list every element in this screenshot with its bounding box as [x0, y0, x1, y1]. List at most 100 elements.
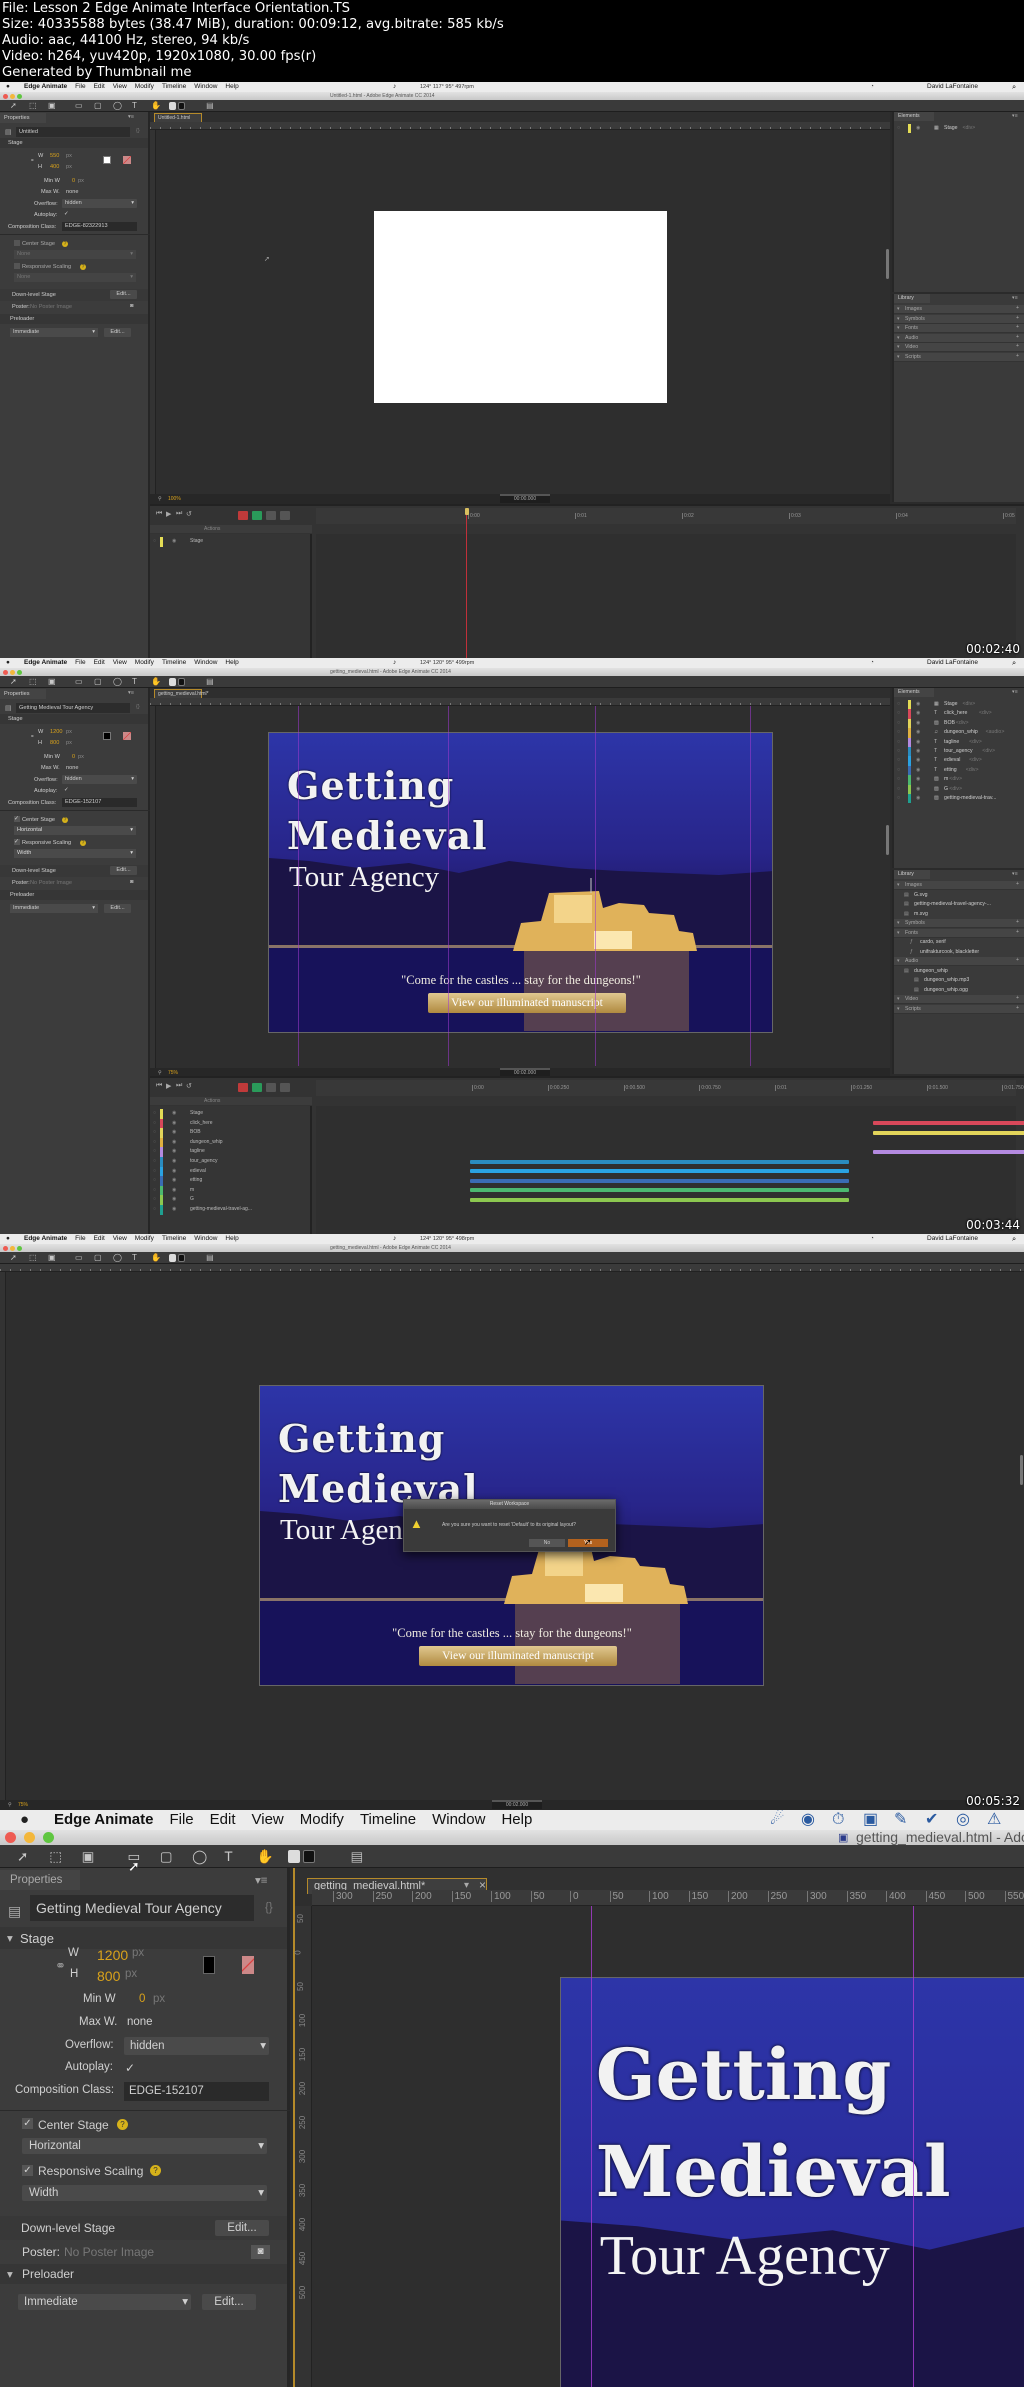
- transform-tool-icon[interactable]: ⬚: [29, 100, 37, 112]
- user-name[interactable]: David LaFontaine: [927, 1234, 978, 1244]
- zoom-icon[interactable]: ⚲: [8, 1802, 12, 1808]
- library-item[interactable]: ▤ getting-medieval-travel-agency-...: [894, 900, 1024, 910]
- layer-row[interactable]: ○ ◉ BOB: [150, 1128, 312, 1138]
- layer-row[interactable]: ○ ◉ Stage: [150, 537, 312, 547]
- add-asset-icon[interactable]: +: [1016, 995, 1019, 1001]
- user-name[interactable]: David LaFontaine: [927, 82, 978, 92]
- minimize-window-button[interactable]: [10, 669, 15, 675]
- clipping-tool-icon[interactable]: ▣: [48, 100, 56, 112]
- minimize-window-button[interactable]: [10, 93, 15, 99]
- autoplay-checkbox[interactable]: ✓: [64, 211, 69, 217]
- layer-row[interactable]: ○ ◉ dungeon_whip: [150, 1137, 312, 1148]
- zoom-window-button[interactable]: [17, 1245, 22, 1251]
- animation-bar[interactable]: [872, 1130, 1024, 1135]
- menu-edit[interactable]: Edit: [94, 1234, 105, 1244]
- add-asset-icon[interactable]: +: [1016, 305, 1019, 311]
- playhead[interactable]: [466, 510, 467, 658]
- minimize-window-button[interactable]: [10, 1245, 15, 1251]
- panel-menu-icon[interactable]: ▾≡: [1012, 113, 1018, 119]
- animation-bar[interactable]: [470, 1197, 849, 1202]
- auto-keyframe-button[interactable]: [252, 1083, 262, 1092]
- stroke-color-swatch[interactable]: [178, 102, 186, 110]
- visibility-eye-icon[interactable]: ◉: [172, 1158, 176, 1164]
- stage-title-input[interactable]: Untitled: [16, 127, 130, 137]
- library-section-audio[interactable]: ▾ Audio +: [894, 333, 1024, 343]
- element-row[interactable]: ○ ◉ ▨ getting-medieval-trav...: [894, 794, 1024, 804]
- visibility-eye-icon[interactable]: ◉: [172, 1139, 176, 1145]
- go-to-start-button[interactable]: ⏮: [156, 510, 162, 518]
- app-menu[interactable]: Edge Animate: [54, 1810, 153, 1830]
- easing-button[interactable]: [266, 1083, 276, 1092]
- stage-background-image-swatch[interactable]: [123, 732, 131, 740]
- menu-window[interactable]: Window: [432, 1810, 485, 1830]
- add-asset-icon[interactable]: +: [1016, 343, 1019, 349]
- camera-icon[interactable]: ◙: [251, 2245, 270, 2259]
- transform-tool-icon[interactable]: ⬚: [29, 676, 37, 688]
- go-to-end-button[interactable]: ⏭: [176, 1082, 182, 1090]
- close-window-button[interactable]: [3, 93, 8, 99]
- preloader-edit-button[interactable]: Edit...: [202, 2294, 256, 2310]
- menu-modify[interactable]: Modify: [135, 1234, 154, 1244]
- app-menu[interactable]: Edge Animate: [24, 658, 67, 668]
- menu-view[interactable]: View: [113, 82, 127, 92]
- preloader-select[interactable]: Immediate: [18, 2294, 191, 2310]
- menu-help[interactable]: Help: [225, 658, 238, 668]
- selection-tool-icon[interactable]: ➚: [10, 100, 17, 112]
- lock-toggle[interactable]: ○: [897, 757, 900, 763]
- add-asset-icon[interactable]: +: [1016, 957, 1019, 963]
- camera-icon[interactable]: ◙: [130, 303, 133, 309]
- fill-color-swatch[interactable]: [169, 678, 177, 686]
- playhead-handle[interactable]: [464, 508, 469, 515]
- layer-row[interactable]: ○ ◉ tour_agency: [150, 1157, 312, 1167]
- selection-tool-icon[interactable]: ➚: [10, 1252, 17, 1264]
- responsive-scaling-select[interactable]: None: [14, 273, 136, 282]
- apple-menu-icon[interactable]: ●: [6, 658, 10, 668]
- element-row[interactable]: ○ ◉ Ttour_agency <div>: [894, 747, 1024, 757]
- composition-class-input[interactable]: EDGE-152107: [124, 2082, 269, 2101]
- menubar-status-icon[interactable]: ⚠: [987, 1810, 1001, 1830]
- zoom-window-button[interactable]: [43, 1832, 54, 1843]
- library-item[interactable]: ƒ cardo, serif: [894, 938, 1024, 948]
- animation-bar[interactable]: [872, 1121, 1024, 1126]
- library-section-symbols[interactable]: ▾ Symbols +: [894, 314, 1024, 324]
- lock-toggle[interactable]: ○: [897, 786, 900, 792]
- layer-row[interactable]: ○ ◉ click_here: [150, 1118, 312, 1129]
- lock-toggle[interactable]: ○: [153, 1148, 156, 1154]
- horizontal-scrollbar[interactable]: [500, 494, 550, 496]
- ellipse-tool-icon[interactable]: ◯: [192, 1845, 207, 1868]
- library-section-audio[interactable]: ▾ Audio +: [894, 957, 1024, 967]
- stage-title-input[interactable]: Getting Medieval Tour Agency: [16, 703, 130, 713]
- guide-line[interactable]: [913, 1906, 914, 2387]
- rounded-rectangle-tool-icon[interactable]: ▢: [94, 676, 102, 688]
- horizontal-scrollbar[interactable]: [492, 1800, 542, 1802]
- menubar-status-icon[interactable]: ▣: [863, 1810, 878, 1830]
- library-section-fonts[interactable]: ▾ Fonts +: [894, 928, 1024, 938]
- lock-toggle[interactable]: ○: [153, 1110, 156, 1116]
- center-stage-select[interactable]: Horizontal: [14, 826, 136, 835]
- rounded-rectangle-tool-icon[interactable]: ▢: [160, 1845, 173, 1868]
- center-stage-select[interactable]: Horizontal: [22, 2138, 267, 2154]
- hand-tool-icon[interactable]: ✋: [151, 1252, 161, 1264]
- menu-timeline[interactable]: Timeline: [360, 1810, 416, 1830]
- library-tab[interactable]: Library: [894, 294, 930, 303]
- library-section-video[interactable]: ▾ Video +: [894, 995, 1024, 1005]
- library-section-symbols[interactable]: ▾ Symbols +: [894, 919, 1024, 929]
- clipping-tool-icon[interactable]: ▣: [48, 1252, 56, 1264]
- properties-tab[interactable]: Properties: [0, 113, 46, 123]
- fill-color-swatch[interactable]: [169, 102, 177, 110]
- text-tool-icon[interactable]: T: [132, 676, 137, 688]
- close-window-button[interactable]: [5, 1832, 16, 1843]
- element-row[interactable]: ○ ◉ ▨ G <div>: [894, 784, 1024, 794]
- add-asset-icon[interactable]: +: [1016, 315, 1019, 321]
- layer-row[interactable]: ○ ◉ G: [150, 1195, 312, 1205]
- menu-help[interactable]: Help: [501, 1810, 532, 1830]
- element-row[interactable]: ○ ◉ ▦ Stage <div>: [894, 124, 1024, 134]
- lock-toggle[interactable]: ○: [153, 1120, 156, 1126]
- responsive-scaling-checkbox[interactable]: ✓: [22, 2165, 33, 2176]
- selection-tool-icon[interactable]: ➚: [10, 676, 17, 688]
- library-section-images[interactable]: ▾ Images +: [894, 305, 1024, 314]
- stage-title-input[interactable]: Getting Medieval Tour Agency: [30, 1895, 254, 1921]
- menubar-status-icon[interactable]: ◎: [956, 1810, 970, 1830]
- menu-view[interactable]: View: [252, 1810, 284, 1830]
- visibility-eye-icon[interactable]: ◉: [172, 1120, 176, 1126]
